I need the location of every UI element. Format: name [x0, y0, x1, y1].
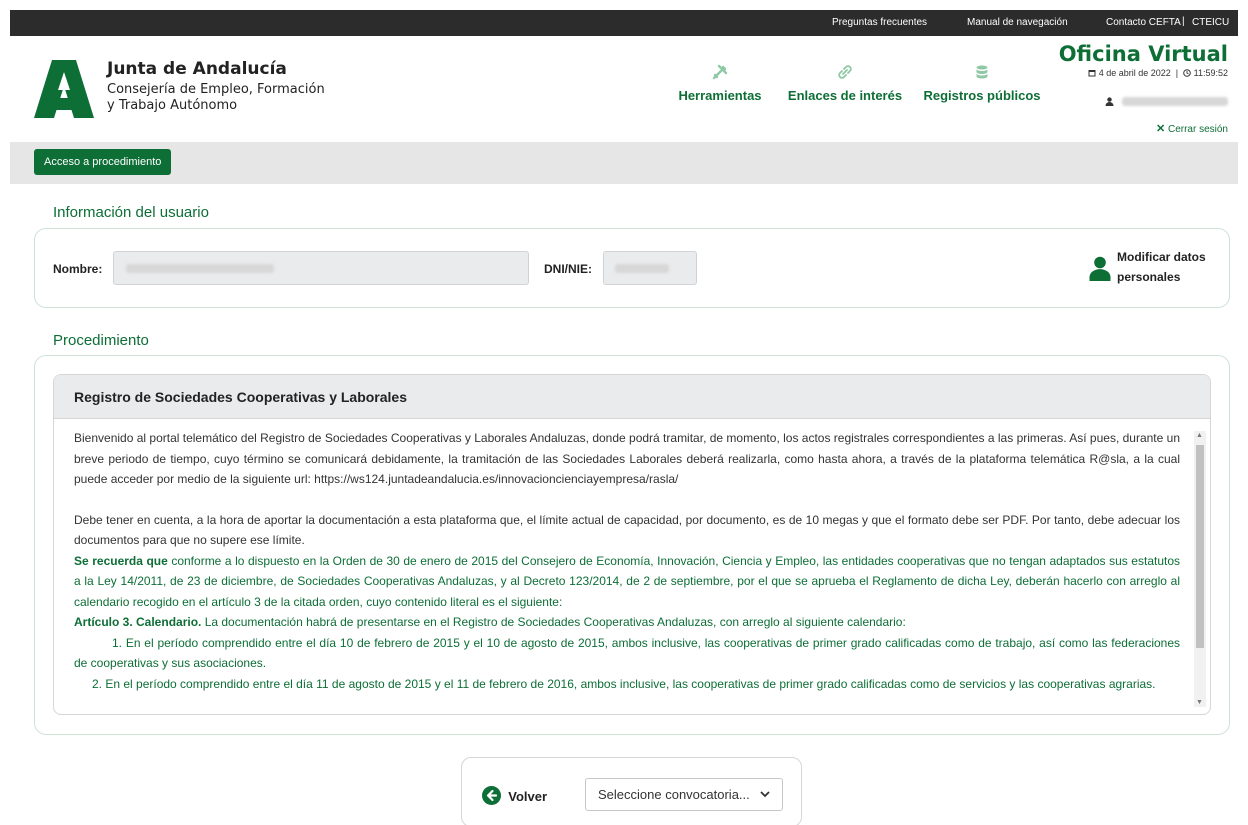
- article-bold: Artículo 3. Calendario.: [74, 615, 202, 629]
- scroll-up-icon[interactable]: ▲: [1196, 432, 1203, 439]
- convocatoria-select[interactable]: Seleccione convocatoria...: [585, 778, 783, 811]
- user-info-card: Nombre: DNI/NIE: Modificar datos persona…: [34, 228, 1230, 308]
- oficina-virtual-title: Oficina Virtual: [1058, 42, 1228, 66]
- modify-line2: personales: [1117, 270, 1181, 284]
- top-bar: Preguntas frecuentes Manual de navegació…: [10, 10, 1238, 36]
- arrow-left-circle-icon: [482, 786, 501, 805]
- dni-label: DNI/NIE:: [544, 262, 592, 276]
- cteicu-link[interactable]: CTEICU: [1192, 17, 1229, 28]
- org-subtitle-line1: Consejería de Empleo, Formación: [107, 82, 325, 97]
- contact-cefta-link[interactable]: Contacto CEFTA: [1106, 17, 1181, 28]
- logout-link[interactable]: ✕ Cerrar sesión: [1156, 122, 1228, 135]
- session-datetime: 4 de abril de 2022 | 11:59:52: [1088, 68, 1228, 78]
- org-subtitle-line2: y Trabajo Autónomo: [107, 98, 238, 113]
- session-date: 4 de abril de 2022: [1098, 68, 1171, 78]
- bottom-actions-card: Volver Seleccione convocatoria...: [461, 757, 802, 825]
- nav-enlaces[interactable]: Enlaces de interés: [782, 64, 908, 103]
- reminder-text: conforme a lo dispuesto en la Orden de 3…: [74, 553, 1181, 609]
- user-account[interactable]: [1105, 97, 1228, 107]
- nav-herramientas-label: Herramientas: [678, 88, 762, 103]
- procedure-title: Procedimiento: [53, 332, 149, 349]
- back-button[interactable]: Volver: [482, 786, 547, 805]
- toolbar-band: Acceso a procedimiento: [10, 142, 1238, 184]
- name-value-redacted: [126, 264, 274, 273]
- calendar-item-1: 1. En el período comprendido entre el dí…: [74, 635, 1180, 671]
- user-icon: [1105, 97, 1114, 106]
- manual-link[interactable]: Manual de navegación: [967, 17, 1068, 28]
- tools-icon: [712, 64, 728, 80]
- dni-value-redacted: [615, 264, 669, 273]
- article-paragraph: Artículo 3. Calendario. La documentación…: [74, 612, 1180, 633]
- scroll-down-icon[interactable]: ▼: [1196, 699, 1203, 706]
- logout-label: Cerrar sesión: [1167, 124, 1228, 135]
- faq-link[interactable]: Preguntas frecuentes: [832, 17, 927, 28]
- user-info-title: Información del usuario: [53, 204, 209, 221]
- nav-enlaces-label: Enlaces de interés: [787, 88, 903, 103]
- org-title: Junta de Andalucía: [107, 59, 287, 79]
- clock-icon: [1183, 69, 1191, 77]
- topbar-separator: |: [1182, 16, 1185, 27]
- database-icon: [976, 65, 988, 79]
- name-label: Nombre:: [53, 262, 103, 276]
- procedure-panel: Registro de Sociedades Cooperativas y La…: [53, 374, 1211, 715]
- intro-paragraph: Bienvenido al portal telemático del Regi…: [74, 431, 1180, 486]
- junta-andalucia-logo[interactable]: [34, 60, 94, 118]
- calendar-item-2: 2. En el período comprendido entre el dí…: [92, 676, 1156, 691]
- procedure-description: Bienvenido al portal telemático del Regi…: [74, 428, 1180, 694]
- user-name-redacted: [1122, 97, 1228, 106]
- article-text: La documentación habrá de presentarse en…: [201, 615, 906, 629]
- documentation-paragraph: Debe tener en cuenta, a la hora de aport…: [74, 512, 1180, 548]
- reminder-bold: Se recuerda que: [74, 553, 168, 568]
- nav-herramientas[interactable]: Herramientas: [670, 64, 770, 103]
- calendar-icon: [1088, 70, 1096, 77]
- convocatoria-select-value: Seleccione convocatoria...: [598, 787, 750, 802]
- header: Junta de Andalucía Consejería de Empleo,…: [10, 36, 1238, 142]
- modify-line1: Modificar datos: [1117, 250, 1206, 264]
- org-subtitle: Consejería de Empleo, Formación y Trabaj…: [107, 82, 357, 114]
- scrollbar-thumb[interactable]: [1196, 445, 1204, 648]
- procedure-scrollbar[interactable]: ▲ ▼: [1194, 431, 1206, 707]
- reminder-paragraph: Se recuerda que conforme a lo dispuesto …: [74, 551, 1180, 613]
- link-icon: [838, 65, 852, 79]
- nav-registros[interactable]: Registros públicos: [922, 64, 1042, 103]
- chevron-down-icon: [760, 791, 770, 798]
- procedure-panel-title: Registro de Sociedades Cooperativas y La…: [54, 375, 1210, 419]
- nav-registros-label: Registros públicos: [923, 88, 1041, 103]
- close-icon: ✕: [1155, 123, 1166, 135]
- dni-field: [603, 251, 697, 285]
- back-label: Volver: [508, 789, 548, 804]
- session-time: 11:59:52: [1193, 68, 1228, 78]
- user-edit-icon[interactable]: [1089, 256, 1111, 281]
- modify-personal-data-link[interactable]: Modificar datos personales: [1117, 247, 1206, 287]
- name-field: [113, 251, 529, 285]
- access-procedure-button[interactable]: Acceso a procedimiento: [34, 149, 172, 175]
